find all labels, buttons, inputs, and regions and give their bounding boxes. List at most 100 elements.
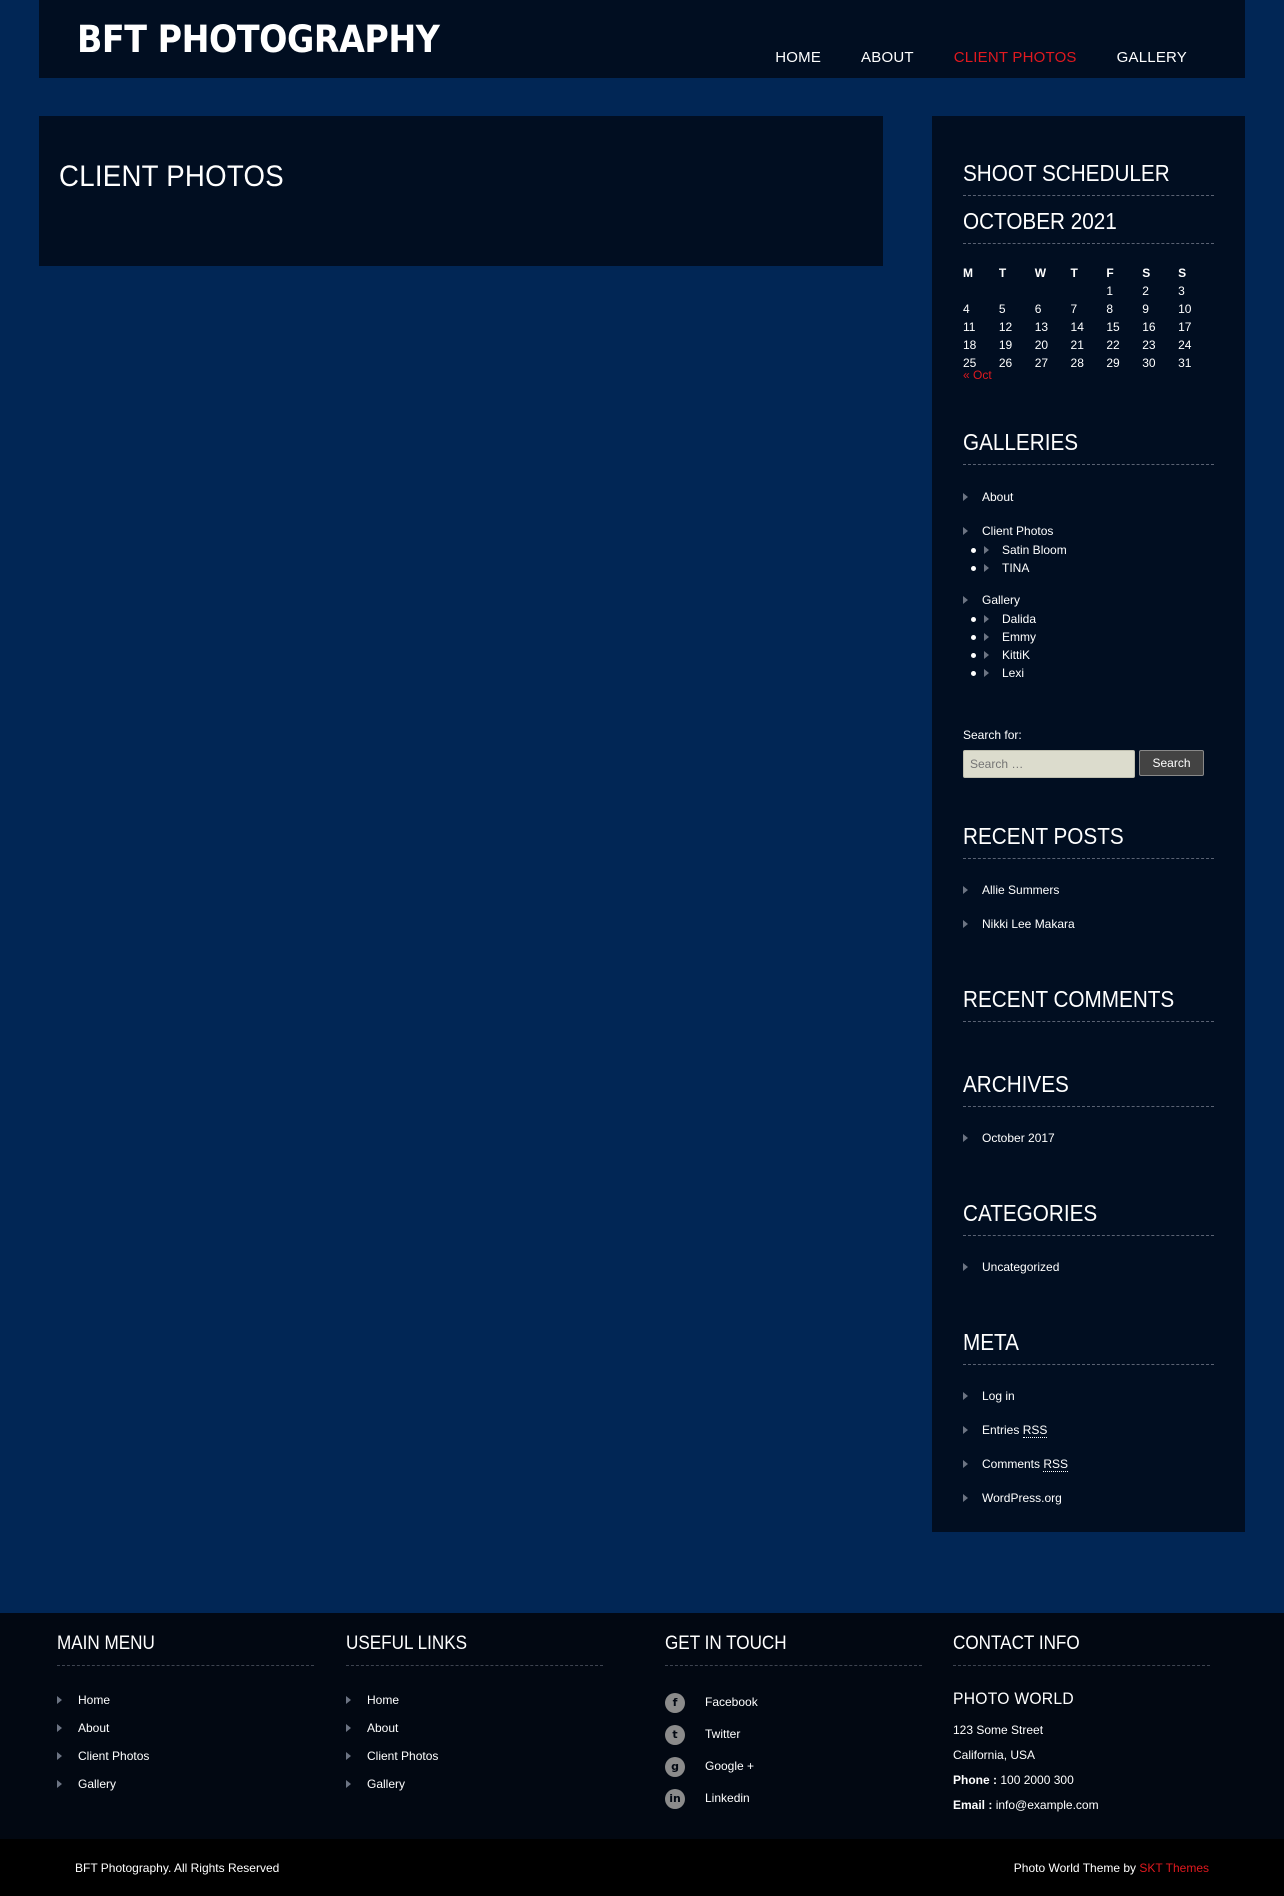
calendar-day: 9 <box>1142 302 1149 316</box>
category-label: Uncategorized <box>982 1260 1060 1274</box>
social-twitter[interactable]: t Twitter <box>665 1725 758 1757</box>
contact-street: 123 Some Street <box>953 1723 1044 1737</box>
archives-title: ARCHIVES <box>963 1071 1214 1107</box>
gallery-subitem-label: TINA <box>1002 561 1030 575</box>
footer-main-menu: Home About Client Photos Gallery <box>57 1693 149 1805</box>
bullet-icon <box>971 671 976 676</box>
bullet-icon <box>971 635 976 640</box>
footer-main-menu-item[interactable]: Home <box>57 1693 149 1721</box>
weekday: S <box>1178 266 1187 280</box>
gallery-subitem-satin-bloom[interactable]: Satin Bloom <box>963 541 1067 559</box>
meta-wordpress[interactable]: WordPress.org <box>963 1491 1068 1525</box>
footer-link-label: About <box>367 1721 399 1735</box>
gallery-subitem-label: KittiK <box>1002 648 1031 662</box>
weekday: S <box>1142 266 1151 280</box>
search-button[interactable]: Search <box>1139 750 1204 776</box>
calendar-day: 2 <box>1142 284 1149 298</box>
meta-label: WordPress.org <box>982 1491 1062 1505</box>
nav-about[interactable]: ABOUT <box>861 49 914 66</box>
caret-right-icon <box>346 1780 351 1788</box>
footer-useful-links-title: USEFUL LINKS <box>346 1633 603 1666</box>
footer-link-label: Client Photos <box>367 1749 439 1763</box>
footer-useful-link-item[interactable]: Home <box>346 1693 438 1721</box>
caret-right-icon <box>963 596 968 604</box>
social-label: Facebook <box>705 1695 758 1709</box>
footer-main-menu-title: MAIN MENU <box>57 1633 314 1666</box>
footer-main-menu-item[interactable]: Gallery <box>57 1777 149 1805</box>
footer-useful-link-item[interactable]: About <box>346 1721 438 1749</box>
gallery-subitem-dalida[interactable]: Dalida <box>963 610 1036 628</box>
gallery-subitem-emmy[interactable]: Emmy <box>963 628 1036 646</box>
weekday: T <box>998 266 1007 280</box>
weekday: W <box>1034 266 1047 280</box>
gallery-subitem-lexi[interactable]: Lexi <box>963 664 1036 682</box>
contact-org-name: PHOTO WORLD <box>953 1689 1074 1708</box>
copyright-text: BFT Photography. All Rights Reserved <box>75 1861 280 1875</box>
facebook-icon: f <box>665 1693 685 1713</box>
social-facebook[interactable]: f Facebook <box>665 1693 758 1725</box>
calendar-day: 26 <box>998 356 1013 370</box>
site-logo[interactable]: BFT PHOTOGRAPHY <box>77 18 440 61</box>
recent-post-item[interactable]: Allie Summers <box>963 883 1075 917</box>
calendar-prev-link[interactable]: « Oct <box>963 368 992 382</box>
archive-item[interactable]: October 2017 <box>963 1131 1055 1145</box>
search-input[interactable] <box>963 750 1135 778</box>
contact-info: PHOTO WORLD 123 Some Street California, … <box>953 1689 1099 1823</box>
social-label: Google + <box>705 1759 755 1773</box>
calendar-day: 5 <box>998 302 1006 316</box>
calendar-day: 18 <box>963 338 977 352</box>
site-header: BFT PHOTOGRAPHY HOME ABOUT CLIENT PHOTOS… <box>39 0 1245 78</box>
gallery-subitem-tina[interactable]: TINA <box>963 559 1067 577</box>
weekday: F <box>1106 266 1114 280</box>
footer-main-menu-item[interactable]: Client Photos <box>57 1749 149 1777</box>
footer-link-label: Gallery <box>367 1777 406 1791</box>
meta-login[interactable]: Log in <box>963 1389 1068 1423</box>
calendar-day <box>999 282 1035 300</box>
footer-useful-link-item[interactable]: Gallery <box>346 1777 438 1805</box>
client-photos-sublist: Satin Bloom TINA <box>963 541 1067 577</box>
caret-right-icon <box>963 1263 968 1271</box>
calendar-day: 4 <box>963 302 970 316</box>
gallery-item-about[interactable]: About <box>963 490 1067 524</box>
footer-link-label: Home <box>367 1693 400 1707</box>
calendar-day: 22 <box>1106 338 1120 352</box>
gallery-subitem-label: Emmy <box>1002 630 1036 644</box>
nav-home[interactable]: HOME <box>775 49 821 66</box>
main-nav: HOME ABOUT CLIENT PHOTOS GALLERY <box>735 49 1187 66</box>
weekday: M <box>963 266 973 280</box>
calendar-day: 17 <box>1178 320 1192 334</box>
rss-abbr: RSS <box>1043 1457 1069 1472</box>
twitter-icon: t <box>665 1725 685 1745</box>
site-footer: MAIN MENU Home About Client Photos Galle… <box>0 1613 1284 1839</box>
nav-gallery[interactable]: GALLERY <box>1117 49 1187 66</box>
gallery-item-gallery[interactable]: Gallery Dalida Emmy KittiK Lexi <box>963 593 1036 682</box>
calendar-week: 11 12 13 14 15 16 17 <box>963 318 1214 336</box>
gallery-subitem-kittik[interactable]: KittiK <box>963 646 1036 664</box>
social-google-plus[interactable]: g Google + <box>665 1757 758 1789</box>
gallery-item-client-photos[interactable]: Client Photos Satin Bloom TINA <box>963 524 1067 577</box>
caret-right-icon <box>963 886 968 894</box>
footer-main-menu-item[interactable]: About <box>57 1721 149 1749</box>
theme-credit-link[interactable]: SKT Themes <box>1139 1861 1209 1875</box>
social-label: Twitter <box>705 1727 741 1741</box>
recent-post-item[interactable]: Nikki Lee Makara <box>963 917 1075 951</box>
bullet-icon <box>971 653 976 658</box>
calendar-day <box>963 282 999 300</box>
social-linkedin[interactable]: in Linkedin <box>665 1789 758 1821</box>
contact-city: California, USA <box>953 1748 1036 1762</box>
footer-useful-link-item[interactable]: Client Photos <box>346 1749 438 1777</box>
footer-link-label: About <box>78 1721 110 1735</box>
footer-link-label: Home <box>78 1693 111 1707</box>
caret-right-icon <box>57 1780 62 1788</box>
calendar-day <box>1035 282 1071 300</box>
gallery-item-label: Gallery <box>982 593 1021 607</box>
nav-client-photos[interactable]: CLIENT PHOTOS <box>954 49 1077 66</box>
recent-post-label: Allie Summers <box>982 883 1060 897</box>
meta-entries-rss[interactable]: Entries RSS <box>963 1423 1068 1457</box>
calendar-week: 1 2 3 <box>963 282 1214 300</box>
category-item[interactable]: Uncategorized <box>963 1260 1059 1274</box>
calendar-day: 20 <box>1034 338 1049 352</box>
email-value[interactable]: info@example.com <box>996 1798 1099 1812</box>
meta-comments-rss[interactable]: Comments RSS <box>963 1457 1069 1491</box>
calendar-day: 21 <box>1070 338 1084 352</box>
